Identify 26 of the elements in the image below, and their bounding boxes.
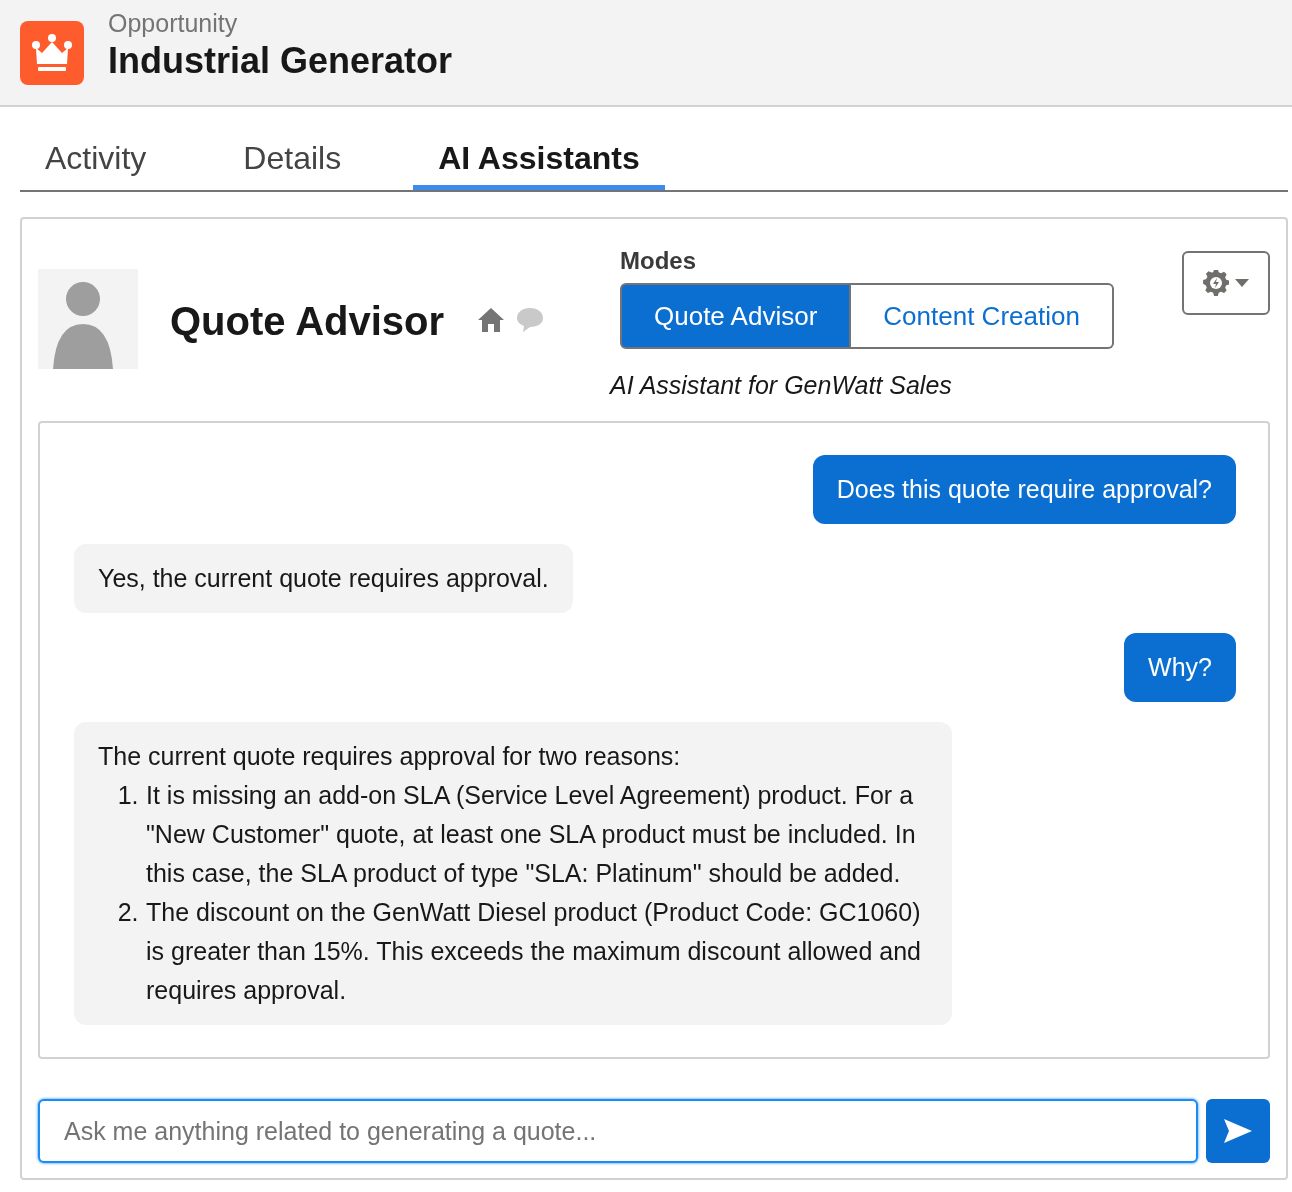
assistant-name: Quote Advisor <box>170 299 445 345</box>
settings-menu-button[interactable] <box>1182 251 1270 315</box>
home-icon[interactable] <box>478 307 505 333</box>
crown-logo-icon <box>20 20 84 85</box>
modes-label: Modes <box>620 247 697 275</box>
list-item-text: The discount on the GenWatt Diesel product (Product Code: GC1060) is greater than 15%. This exceeds the maximum discount allowed and requires approval. <box>146 897 922 1006</box>
mode-button[interactable]: Content Creation <box>851 283 1114 349</box>
send-button[interactable] <box>1206 1099 1270 1163</box>
record-type-label: Opportunity <box>108 9 239 38</box>
list-number: 2. <box>116 897 140 928</box>
caret-down-icon <box>1235 279 1249 287</box>
user-message: Does this quote require approval? <box>812 455 1236 524</box>
settings-icon <box>1203 270 1229 296</box>
list-number: 1. <box>116 780 140 811</box>
tab[interactable]: Activity <box>20 111 172 190</box>
tab[interactable]: Details <box>218 111 367 190</box>
user-message: Why? <box>1124 633 1236 702</box>
record-title: Industrial Generator <box>108 40 453 82</box>
tab[interactable]: AI Assistants <box>413 111 665 190</box>
assistant-message: Yes, the current quote requires approval. <box>74 544 573 613</box>
list-item-text: It is missing an add-on SLA (Service Level Agreement) product. For a "New Customer" quote, at least one SLA product must be included. In this case, the SLA product of type "SLA: Platinum" should be added. <box>146 780 917 889</box>
assistant-subtitle: AI Assistant for GenWatt Sales <box>610 371 953 400</box>
message-input[interactable]: Ask me anything related to generating a quote... <box>38 1099 1198 1163</box>
message-text: The current quote requires approval for two reasons: <box>98 741 682 772</box>
send-icon <box>1224 1119 1252 1143</box>
mode-button[interactable]: Quote Advisor <box>620 283 852 349</box>
